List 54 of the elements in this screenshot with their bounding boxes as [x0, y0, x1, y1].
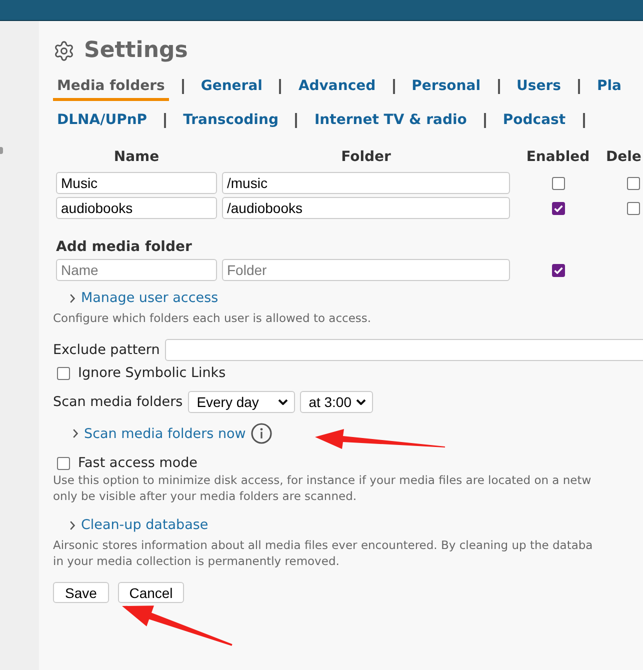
ignore-symlinks-label: Ignore Symbolic Links	[78, 364, 226, 382]
page-title: Settings	[84, 38, 188, 64]
settings-icon	[53, 40, 75, 62]
info-icon[interactable]	[250, 423, 272, 444]
row-checkbox[interactable]	[626, 202, 640, 214]
enabled-checkbox[interactable]	[552, 202, 564, 214]
chevron-right-icon	[70, 520, 75, 530]
save-button[interactable]: Save	[53, 582, 109, 603]
settings-tab[interactable]: Pla	[592, 76, 626, 101]
checkmark-icon	[554, 266, 562, 274]
settings-tab[interactable]: General	[196, 76, 266, 101]
settings-tab[interactable]: Podcast	[498, 110, 570, 135]
folder-field[interactable]: Folder	[222, 259, 510, 281]
chevron-right-icon	[70, 294, 75, 302]
user-access-description: Configure which folders each user is allowed to access.	[53, 310, 372, 326]
scan-now-link[interactable]: Scan media folders now	[73, 424, 246, 442]
cleanup-link[interactable]: Clean-up database	[70, 516, 208, 534]
column-header: Dele	[606, 148, 642, 166]
fast-access-description: Use this option to minimize disk access, for instance if your media files are located on a netw only be visible after your media folders are scanned.	[53, 472, 592, 504]
checkmark-icon	[554, 204, 562, 212]
chevron-down-icon	[356, 399, 366, 405]
settings-tab[interactable]: Users	[512, 76, 565, 101]
name-field[interactable]: audiobooks	[56, 197, 217, 219]
time-select[interactable]: at 3:00	[300, 391, 373, 413]
cleanup-description: Airsonic stores information about all media files ever encountered. By cleaning up the databa in your media collection is permanently removed.	[53, 537, 593, 569]
column-header: Folder	[341, 148, 391, 166]
name-field[interactable]: Music	[56, 172, 217, 194]
fast-access-checkbox[interactable]	[57, 456, 70, 470]
folder-field[interactable]: /audiobooks	[222, 197, 510, 219]
exclude-pattern-field[interactable]	[164, 339, 643, 361]
name-field[interactable]: Name	[56, 259, 217, 281]
settings-tab[interactable]: Advanced	[294, 76, 380, 101]
settings-tab[interactable]: Media folders	[53, 76, 169, 101]
settings-tab[interactable]: Internet TV & radio	[310, 110, 471, 135]
interval-select[interactable]: Every day	[188, 391, 295, 413]
chevron-down-icon	[278, 399, 288, 405]
settings-tab[interactable]: Personal	[408, 76, 484, 101]
exclude-pattern-label: Exclude pattern	[53, 341, 160, 359]
scan-label: Scan media folders	[53, 393, 183, 411]
manage-access-link[interactable]: Manage user access	[70, 289, 218, 307]
fast-access-label: Fast access mode	[78, 454, 198, 472]
enabled-checkbox[interactable]	[552, 176, 564, 190]
folder-field[interactable]: /music	[222, 172, 510, 194]
add-folder-heading: Add media folder	[56, 238, 192, 256]
row-checkbox[interactable]	[626, 176, 640, 190]
settings-tab[interactable]: DLNA/UPnP	[53, 110, 152, 135]
sidebar-toggle-icon[interactable]	[0, 147, 3, 154]
column-header: Enabled	[526, 148, 590, 166]
column-header: Name	[114, 148, 160, 166]
enabled-checkbox[interactable]	[552, 264, 564, 276]
cancel-button[interactable]: Cancel	[118, 582, 184, 603]
ignore-symlinks-checkbox[interactable]	[57, 366, 70, 380]
chevron-right-icon	[73, 429, 78, 438]
settings-tab[interactable]: Transcoding	[179, 110, 282, 135]
